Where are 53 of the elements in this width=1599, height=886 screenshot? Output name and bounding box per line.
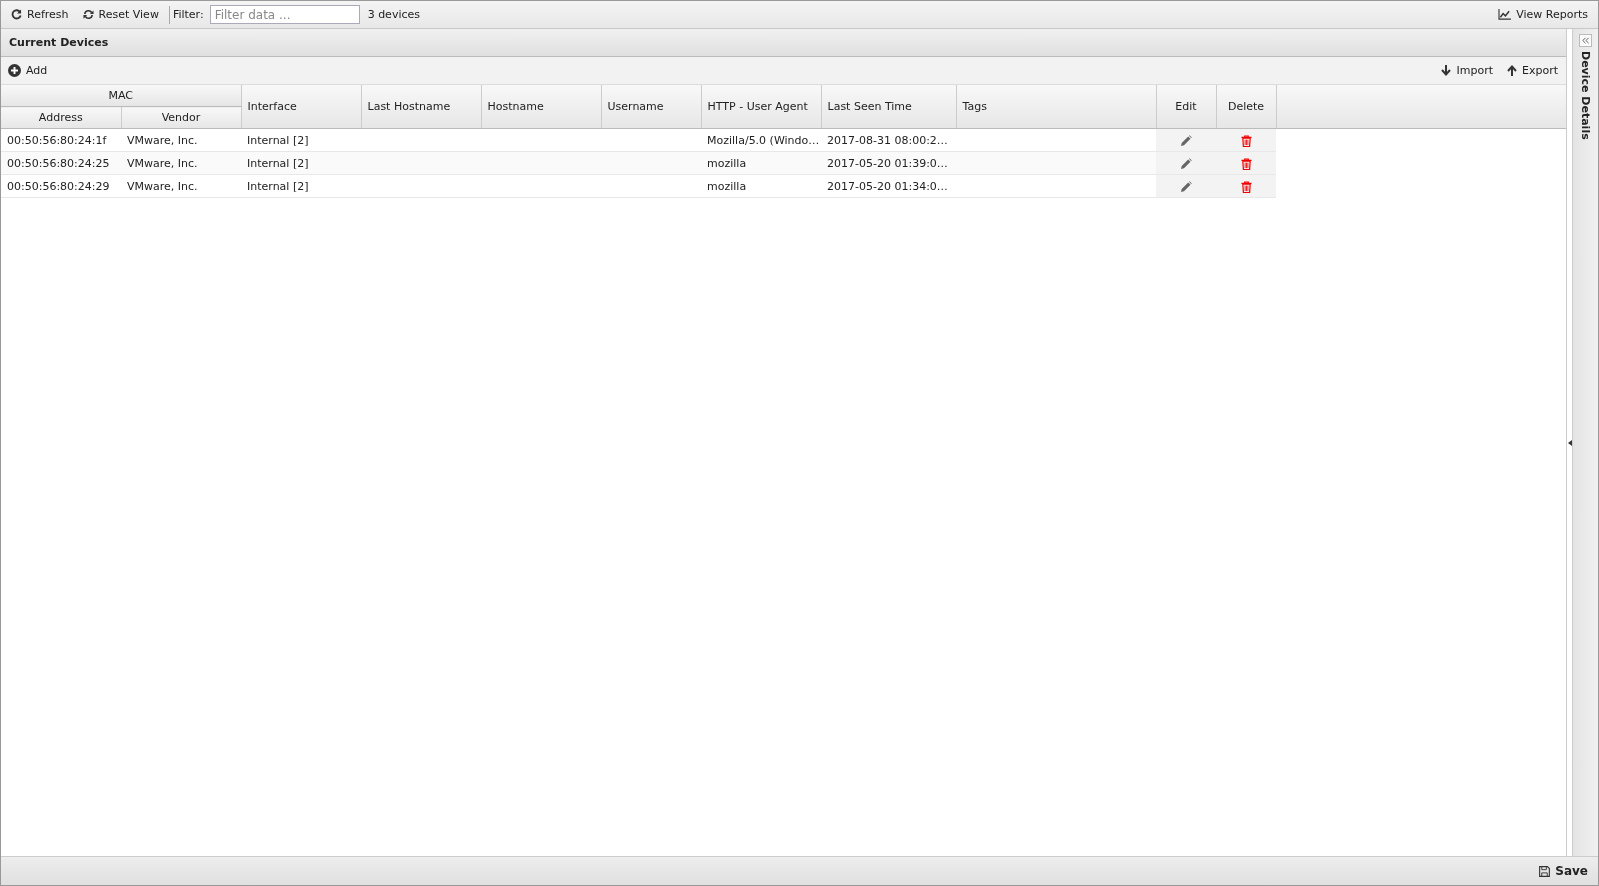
column-header[interactable]: Address	[1, 106, 121, 129]
trash-icon[interactable]	[1240, 134, 1252, 147]
table-cell: Internal [2]	[247, 156, 309, 170]
table-cell: VMware, Inc.	[127, 179, 198, 193]
column-header[interactable]: Last Seen Time	[821, 85, 956, 129]
table-cell: Mozilla/5.0 (Windo…	[707, 133, 820, 147]
table-cell: 00:50:56:80:24:25	[7, 156, 110, 170]
panel-title: Current Devices	[9, 36, 109, 49]
table-cell: VMware, Inc.	[127, 133, 198, 147]
floppy-disk-icon	[1539, 865, 1551, 877]
side-panel-title: Device Details	[1579, 51, 1592, 140]
table-cell: 2017-05-20 01:34:0…	[827, 179, 948, 193]
table-cell: mozilla	[707, 179, 747, 193]
view-reports-button[interactable]: View Reports	[1494, 6, 1592, 23]
pencil-icon[interactable]	[1180, 157, 1192, 170]
up-arrow-icon	[1507, 65, 1517, 76]
table-cell: Internal [2]	[247, 133, 309, 147]
column-header[interactable]: Username	[601, 85, 701, 129]
add-button[interactable]: Add	[4, 62, 52, 79]
refresh-icon	[11, 9, 22, 20]
trash-icon[interactable]	[1240, 157, 1252, 170]
collapse-arrow-icon[interactable]	[1567, 439, 1572, 446]
column-header[interactable]: Edit	[1156, 85, 1216, 129]
table-cell: VMware, Inc.	[127, 156, 198, 170]
reset-view-button[interactable]: Reset View	[78, 6, 163, 23]
device-count: 3 devices	[367, 8, 420, 21]
table-cell: 00:50:56:80:24:29	[7, 179, 110, 193]
column-header[interactable]: Last Hostname	[361, 85, 481, 129]
table-cell: 2017-05-20 01:39:0…	[827, 156, 948, 170]
line-chart-icon	[1498, 9, 1512, 20]
filter-field[interactable]: Filter data ...	[209, 5, 360, 24]
table-cell: 00:50:56:80:24:1f	[7, 133, 107, 147]
column-header[interactable]: Delete	[1216, 85, 1276, 129]
down-arrow-icon	[1441, 65, 1452, 76]
expand-button[interactable]	[1579, 34, 1592, 47]
import-button[interactable]: Import	[1437, 62, 1497, 79]
filter-label: Filter:	[172, 8, 204, 21]
column-header[interactable]: Hostname	[481, 85, 601, 129]
save-button[interactable]: Save	[1535, 862, 1592, 880]
column-header[interactable]: HTTP - User Agent	[701, 85, 821, 129]
pencil-icon[interactable]	[1180, 134, 1192, 147]
sync-icon	[82, 9, 94, 20]
column-header[interactable]: Tags	[956, 85, 1156, 129]
pencil-icon[interactable]	[1180, 180, 1192, 193]
table-cell: mozilla	[707, 156, 747, 170]
column-header[interactable]: Interface	[241, 85, 361, 129]
table-cell: Internal [2]	[247, 179, 309, 193]
column-group-header: MAC	[1, 85, 241, 107]
table-cell: 2017-08-31 08:00:2…	[827, 133, 948, 147]
refresh-button[interactable]: Refresh	[7, 6, 73, 23]
plus-circle-icon	[8, 64, 21, 77]
trash-icon[interactable]	[1240, 180, 1252, 193]
export-button[interactable]: Export	[1503, 62, 1562, 79]
